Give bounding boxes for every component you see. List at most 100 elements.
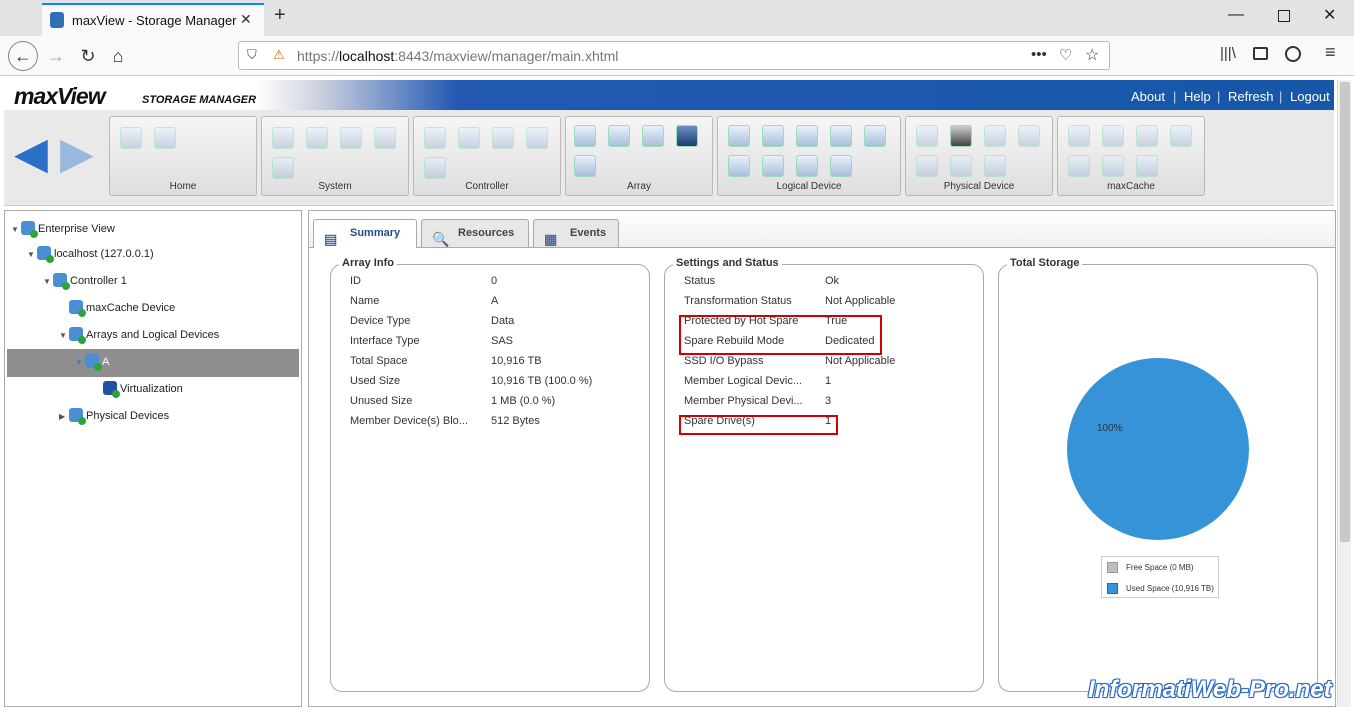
pd-settings-icon[interactable] bbox=[916, 125, 938, 147]
controller-search-icon[interactable] bbox=[492, 127, 514, 149]
mc-add-icon[interactable] bbox=[1102, 125, 1124, 147]
array-warning-icon[interactable] bbox=[642, 125, 664, 147]
collapse-icon[interactable]: ▼ bbox=[11, 221, 21, 239]
close-icon[interactable]: ✕ bbox=[1323, 5, 1336, 25]
pd-power-icon[interactable] bbox=[984, 125, 1006, 147]
ld-delete-icon[interactable] bbox=[796, 155, 818, 177]
ld-expand-icon[interactable] bbox=[796, 125, 818, 147]
row-key: Device Type bbox=[350, 315, 411, 327]
tree-node-array-a[interactable]: ▼ A bbox=[75, 353, 109, 371]
delete-array-icon[interactable] bbox=[574, 155, 596, 177]
tree-node-maxcache[interactable]: maxCache Device bbox=[69, 299, 175, 317]
main-panel: ▤ Summary 🔍 Resources ▦ Events Array Info I… bbox=[308, 210, 1336, 707]
pd-locate-icon[interactable] bbox=[1018, 125, 1040, 147]
search-system-icon[interactable] bbox=[272, 157, 294, 179]
mc-delete-icon[interactable] bbox=[1102, 155, 1124, 177]
edit-icon[interactable] bbox=[374, 127, 396, 149]
tree-node-virtualization[interactable]: Virtualization bbox=[103, 380, 183, 398]
row-value: 3 bbox=[825, 395, 832, 407]
page-scrollbar[interactable] bbox=[1337, 80, 1351, 707]
tab-label: Events bbox=[570, 227, 607, 239]
lock-warning-icon[interactable]: ⚠ bbox=[273, 47, 285, 63]
back-icon[interactable]: ← bbox=[8, 41, 38, 71]
controller-tools-icon[interactable] bbox=[458, 127, 480, 149]
row-value: 512 Bytes bbox=[491, 415, 540, 427]
minimize-icon[interactable]: — bbox=[1228, 6, 1244, 24]
ld-search-icon[interactable] bbox=[728, 155, 750, 177]
collapse-icon[interactable]: ▼ bbox=[27, 246, 37, 264]
close-tab-icon[interactable]: ✕ bbox=[240, 11, 252, 28]
url-scheme: https:// bbox=[297, 48, 340, 64]
mc-clock-icon[interactable] bbox=[1136, 155, 1158, 177]
tab-resources[interactable]: 🔍 Resources bbox=[421, 219, 529, 247]
ld-cache-icon[interactable] bbox=[864, 125, 886, 147]
tree-node-enterprise[interactable]: ▼ Enterprise View bbox=[11, 220, 115, 238]
row-key: Unused Size bbox=[350, 395, 413, 407]
pd-failed-icon[interactable] bbox=[950, 125, 972, 147]
tree-node-arrays[interactable]: ▼ Arrays and Logical Devices bbox=[59, 326, 219, 344]
home-icon[interactable]: ⌂ bbox=[104, 42, 132, 70]
expand-icon[interactable]: ▶ bbox=[59, 408, 69, 426]
array-tools-icon[interactable] bbox=[608, 125, 630, 147]
mc-disable-icon[interactable] bbox=[1136, 125, 1158, 147]
collapse-icon[interactable]: ▼ bbox=[75, 354, 85, 372]
ld-edit-icon[interactable] bbox=[762, 155, 784, 177]
logout-link[interactable]: Logout bbox=[1290, 89, 1330, 104]
info-row: Used Size 10,916 TB (100.0 %) bbox=[331, 375, 649, 395]
browser-tab[interactable]: maxView - Storage Manager ✕ bbox=[42, 3, 264, 36]
array-settings-icon[interactable] bbox=[574, 125, 596, 147]
tree-node-controller[interactable]: ▼ Controller 1 bbox=[43, 272, 127, 290]
reload-icon[interactable]: ↻ bbox=[74, 42, 102, 70]
system-settings-icon[interactable] bbox=[272, 127, 294, 149]
ld-settings-icon[interactable] bbox=[728, 125, 750, 147]
maximize-icon[interactable] bbox=[1278, 10, 1290, 22]
about-link[interactable]: About bbox=[1131, 89, 1165, 104]
clock-icon[interactable] bbox=[526, 127, 548, 149]
lock-icon[interactable] bbox=[424, 157, 446, 179]
new-tab-icon[interactable]: + bbox=[274, 4, 286, 27]
controller-settings-icon[interactable] bbox=[424, 127, 446, 149]
pocket-icon[interactable]: ♡ bbox=[1059, 46, 1072, 64]
sidebar-icon[interactable] bbox=[1253, 47, 1268, 60]
account-icon[interactable] bbox=[1285, 46, 1301, 62]
pd-search-icon[interactable] bbox=[916, 155, 938, 177]
forward-arrow-icon[interactable]: ▶ bbox=[60, 132, 94, 176]
ld-migrate-icon[interactable] bbox=[830, 125, 852, 147]
array-clean-icon[interactable] bbox=[676, 125, 698, 147]
remove-system-icon[interactable] bbox=[154, 127, 176, 149]
scrollbar-thumb[interactable] bbox=[1340, 82, 1350, 542]
mc-search-icon[interactable] bbox=[1068, 155, 1090, 177]
library-icon[interactable]: |||\ bbox=[1220, 45, 1236, 62]
refresh-link[interactable]: Refresh bbox=[1228, 89, 1274, 104]
help-link[interactable]: Help bbox=[1184, 89, 1211, 104]
back-arrow-icon[interactable]: ◀ bbox=[14, 132, 48, 176]
collapse-icon[interactable]: ▼ bbox=[59, 327, 69, 345]
node-label: localhost (127.0.0.1) bbox=[54, 248, 154, 260]
tree-node-physical[interactable]: ▶ Physical Devices bbox=[59, 407, 169, 425]
gear-icon[interactable] bbox=[340, 127, 362, 149]
ribbon-toolbar: ◀ ▶ Home System Controller Array Logical… bbox=[4, 110, 1334, 206]
address-bar[interactable]: ⛉ ⚠ https://localhost:8443/maxview/manag… bbox=[238, 41, 1110, 70]
menu-icon[interactable]: ≡ bbox=[1325, 42, 1336, 63]
bookmark-star-icon[interactable]: ☆ bbox=[1085, 45, 1099, 65]
collapse-icon[interactable]: ▼ bbox=[43, 273, 53, 291]
tab-summary[interactable]: ▤ Summary bbox=[313, 219, 417, 248]
pd-edit-icon[interactable] bbox=[950, 155, 972, 177]
tab-events[interactable]: ▦ Events bbox=[533, 219, 619, 247]
total-storage-panel: Total Storage 100% Free Space (0 MB) Use… bbox=[998, 257, 1318, 692]
page-actions-icon[interactable]: ••• bbox=[1031, 46, 1047, 63]
system-group: System bbox=[261, 116, 409, 196]
tab-label: Summary bbox=[350, 227, 401, 239]
tree-node-host[interactable]: ▼ localhost (127.0.0.1) bbox=[27, 245, 154, 263]
browser-nav-bar: ← → ↻ ⌂ ⛉ ⚠ https://localhost:8443/maxvi… bbox=[0, 36, 1354, 76]
system-tools-icon[interactable] bbox=[306, 127, 328, 149]
pd-delete-icon[interactable] bbox=[984, 155, 1006, 177]
mc-settings-icon[interactable] bbox=[1068, 125, 1090, 147]
info-row: Spare Rebuild Mode Dedicated bbox=[665, 335, 983, 355]
ld-add-icon[interactable] bbox=[762, 125, 784, 147]
forward-icon[interactable]: → bbox=[42, 42, 70, 70]
ld-clock-icon[interactable] bbox=[830, 155, 852, 177]
add-system-icon[interactable] bbox=[120, 127, 142, 149]
row-value: 1 bbox=[825, 415, 832, 427]
mc-edit-icon[interactable] bbox=[1170, 125, 1192, 147]
